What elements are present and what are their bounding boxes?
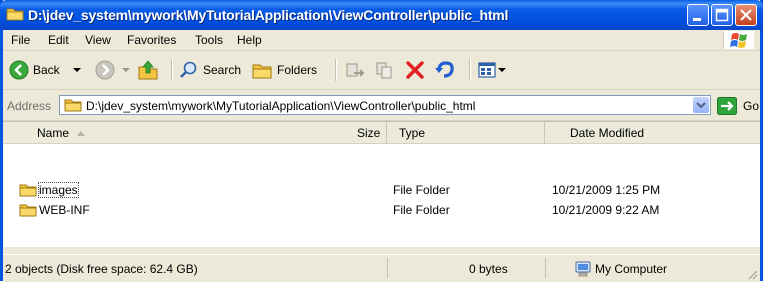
file-name: WEB-INF	[39, 203, 90, 217]
toolbar-separator	[469, 59, 471, 81]
resize-grip-icon[interactable]	[746, 268, 758, 280]
chevron-down-icon	[72, 68, 81, 72]
column-type-label: Type	[399, 126, 426, 140]
close-button[interactable]	[735, 4, 757, 26]
windows-logo	[723, 31, 754, 49]
file-date: 10/21/2009 1:25 PM	[552, 183, 661, 197]
search-label: Search	[203, 63, 242, 77]
status-divider	[545, 258, 546, 278]
up-folder-icon	[138, 60, 158, 80]
maximize-button[interactable]	[711, 4, 733, 26]
status-size: 0 bytes	[469, 262, 508, 276]
undo-icon	[435, 61, 454, 78]
table-row[interactable]: images File Folder 10/21/2009 1:25 PM	[3, 182, 760, 198]
column-size-label[interactable]: Size	[357, 126, 380, 140]
maximize-icon	[715, 8, 729, 22]
go-button[interactable]: Go	[717, 96, 759, 116]
back-button[interactable]: Back	[9, 57, 84, 83]
menu-bar: File Edit View Favorites Tools Help	[3, 30, 760, 51]
undo-button[interactable]	[434, 57, 456, 83]
up-folder-button[interactable]	[137, 57, 159, 83]
toolbar-separator	[335, 59, 337, 81]
search-button[interactable]: Search	[179, 57, 241, 83]
address-label: Address	[7, 99, 52, 113]
folders-icon	[252, 64, 272, 79]
move-to-button[interactable]	[344, 57, 366, 83]
chevron-down-icon	[696, 102, 706, 109]
menu-view[interactable]: View	[85, 33, 111, 47]
menu-help[interactable]: Help	[237, 33, 262, 47]
file-date: 10/21/2009 9:22 AM	[552, 203, 660, 217]
address-dropdown-button[interactable]	[693, 97, 709, 113]
explorer-window: D:\jdev_system\mywork\MyTutorialApplicat…	[0, 0, 763, 282]
address-bar: Address D:\jdev_system\mywork\MyTutorial…	[3, 90, 760, 121]
folder-icon	[6, 8, 24, 21]
sort-ascending-icon	[77, 131, 85, 136]
go-label: Go	[743, 99, 760, 113]
file-type: File Folder	[393, 183, 450, 197]
status-divider	[387, 258, 388, 278]
file-name: images	[38, 182, 79, 198]
menu-edit[interactable]: Edit	[48, 33, 69, 47]
computer-icon	[575, 261, 591, 277]
forward-button[interactable]	[95, 57, 133, 83]
close-icon	[740, 9, 752, 21]
chevron-down-icon	[122, 68, 130, 72]
status-bar: 2 objects (Disk free space: 62.4 GB) 0 b…	[3, 254, 760, 282]
back-arrow-icon	[9, 60, 29, 80]
column-name-label: Name	[37, 126, 70, 140]
menu-favorites[interactable]: Favorites	[127, 33, 176, 47]
file-list: Name Type Date Modified Size images File…	[3, 121, 760, 247]
column-header-name[interactable]: Name	[3, 122, 387, 144]
delete-icon	[406, 61, 424, 79]
folder-icon	[19, 184, 37, 197]
go-arrow-icon	[717, 97, 737, 115]
column-header-type[interactable]: Type	[387, 122, 545, 144]
menu-tools[interactable]: Tools	[195, 33, 223, 47]
minimize-icon	[693, 18, 701, 21]
column-date-label: Date Modified	[570, 126, 645, 140]
views-button[interactable]	[477, 57, 507, 83]
address-field[interactable]: D:\jdev_system\mywork\MyTutorialApplicat…	[59, 95, 711, 115]
search-icon	[180, 61, 197, 78]
folder-icon	[64, 99, 82, 112]
delete-button[interactable]	[404, 57, 426, 83]
copy-to-button[interactable]	[374, 57, 396, 83]
chevron-down-icon	[498, 68, 506, 72]
copy-to-icon	[376, 62, 392, 79]
status-objects: 2 objects (Disk free space: 62.4 GB)	[5, 262, 198, 276]
file-type: File Folder	[393, 203, 450, 217]
minimize-button[interactable]	[687, 4, 709, 26]
toolbar-separator	[171, 59, 173, 81]
folders-button[interactable]: Folders	[251, 57, 317, 83]
folders-label: Folders	[277, 63, 318, 77]
table-row[interactable]: WEB-INF File Folder 10/21/2009 9:22 AM	[3, 202, 760, 218]
move-to-icon	[346, 63, 365, 77]
views-icon	[478, 62, 496, 78]
status-location: My Computer	[595, 262, 668, 276]
window-title: D:\jdev_system\mywork\MyTutorialApplicat…	[28, 7, 509, 23]
title-bar[interactable]: D:\jdev_system\mywork\MyTutorialApplicat…	[0, 0, 763, 30]
menu-file[interactable]: File	[11, 33, 30, 47]
back-label: Back	[33, 63, 60, 77]
folder-icon	[19, 204, 37, 217]
forward-arrow-icon	[95, 60, 115, 80]
address-value: D:\jdev_system\mywork\MyTutorialApplicat…	[86, 99, 476, 113]
column-header-date[interactable]: Date Modified	[545, 122, 760, 144]
standard-toolbar: Back Search Folders	[3, 51, 760, 90]
